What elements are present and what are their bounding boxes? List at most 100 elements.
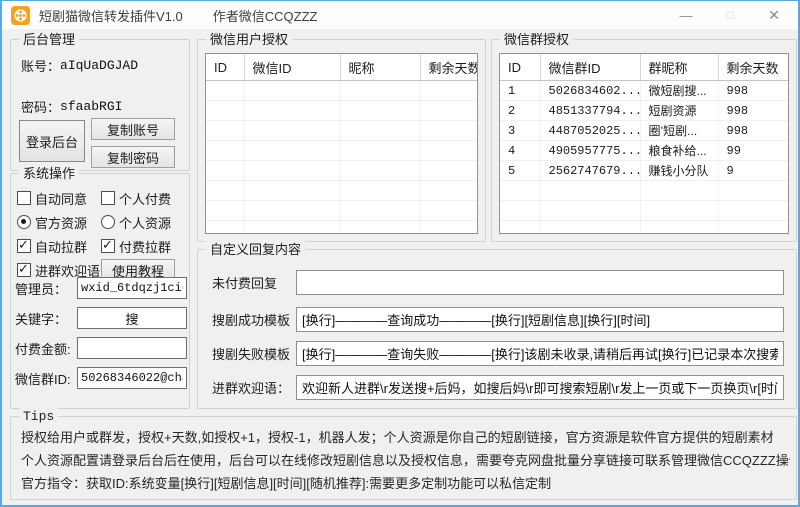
cell	[340, 161, 420, 181]
group-row[interactable]: 52562747679...赚钱小分队9	[500, 161, 789, 181]
account-value: aIqUaDGJAD	[60, 58, 138, 73]
toggle-label: 自动同意	[35, 189, 87, 208]
unpaid-reply-label: 未付费回复	[212, 273, 296, 292]
user-empty-row	[206, 161, 478, 181]
cell	[244, 221, 340, 235]
cell	[420, 181, 478, 201]
copy-account-button[interactable]: 复制账号	[91, 118, 175, 140]
cell: 998	[718, 121, 789, 141]
checkbox-auto-pull-group[interactable]: 自动拉群	[17, 237, 101, 256]
cell	[420, 161, 478, 181]
user-empty-row	[206, 101, 478, 121]
group-empty-row	[500, 201, 789, 221]
checkbox-paid-pull-group[interactable]: 付费拉群	[101, 237, 185, 256]
welcome-message-input[interactable]	[296, 375, 784, 400]
tips-group: Tips 授权给用户或群发，授权+天数,如授权+1，授权-1，机器人发；个人资源…	[10, 416, 797, 500]
cell: 5	[500, 161, 540, 181]
copy-password-button[interactable]: 复制密码	[91, 146, 175, 168]
window-title: 短剧猫微信转发插件V1.0	[39, 6, 183, 25]
tip-line: 个人资源配置请登录后台后在使用，后台可以在线修改短剧信息以及授权信息，需要夸克网…	[21, 450, 790, 469]
user-auth-group: 微信用户授权 ID微信ID昵称剩余天数	[197, 39, 486, 242]
column-header: ID	[500, 54, 540, 81]
checkbox-mark	[17, 263, 31, 277]
group-row[interactable]: 15026834602...微短剧搜...998	[500, 81, 789, 101]
cell	[244, 181, 340, 201]
cell	[640, 181, 718, 201]
group-auth-group: 微信群授权 ID微信群ID群昵称剩余天数15026834602...微短剧搜..…	[491, 39, 797, 242]
cell	[420, 81, 478, 101]
cell	[640, 221, 718, 235]
account-row: 账号： aIqUaDGJAD	[21, 56, 138, 75]
radio-mark	[17, 215, 31, 229]
column-header: 群昵称	[640, 54, 718, 81]
user-empty-row	[206, 201, 478, 221]
admin-input[interactable]	[77, 277, 187, 299]
column-header: ID	[206, 54, 244, 81]
checkbox-auto-agree[interactable]: 自动同意	[17, 189, 101, 208]
group-row[interactable]: 24851337794...短剧资源998	[500, 101, 789, 121]
close-button[interactable]: ✕	[752, 1, 796, 29]
group-row[interactable]: 44905957775...粮食补给...99	[500, 141, 789, 161]
search-success-label: 搜剧成功模板	[212, 310, 296, 329]
login-backend-button[interactable]: 登录后台	[19, 120, 85, 162]
cell: 4851337794...	[540, 101, 640, 121]
search-success-input[interactable]	[296, 307, 784, 332]
group-legend: 微信群授权	[500, 31, 573, 48]
toggle-grid: 自动同意个人付费官方资源个人资源自动拉群付费拉群进群欢迎语使用教程	[17, 186, 185, 282]
tip-line: 官方指令：获取ID:系统变量[换行][短剧信息][时间][随机推荐]:需要更多定…	[21, 473, 790, 492]
tip-line: 授权给用户或群发，授权+天数,如授权+1，授权-1，机器人发；个人资源是你自己的…	[21, 427, 790, 446]
pay-amount-input[interactable]	[77, 337, 187, 359]
toggle-label: 个人付费	[119, 189, 171, 208]
unpaid-reply-input[interactable]	[296, 270, 784, 295]
keyword-input[interactable]	[77, 307, 187, 329]
cell	[340, 141, 420, 161]
cell: 3	[500, 121, 540, 141]
radio-official-resource[interactable]: 官方资源	[17, 213, 101, 232]
cell	[718, 181, 789, 201]
group-legend: 微信用户授权	[206, 31, 292, 48]
checkbox-mark	[17, 191, 31, 205]
app-window: 短剧猫微信转发插件V1.0 作者微信CCQZZZ — □ ✕ 后台管理 账号： …	[0, 0, 800, 507]
cell: 998	[718, 101, 789, 121]
group-row[interactable]: 34487052025...圈’短剧...998	[500, 121, 789, 141]
pay-amount-field-row: 付费金额:	[15, 337, 187, 359]
cell	[206, 221, 244, 235]
group-id-input[interactable]	[77, 367, 187, 389]
admin-label: 管理员：	[15, 279, 77, 298]
cell	[244, 201, 340, 221]
group-auth-table[interactable]: ID微信群ID群昵称剩余天数15026834602...微短剧搜...99824…	[499, 53, 789, 234]
welcome-message-label: 进群欢迎语：	[212, 378, 296, 397]
cell	[340, 221, 420, 235]
radio-personal-resource[interactable]: 个人资源	[101, 213, 185, 232]
cell: 圈’短剧...	[640, 121, 718, 141]
toggle-label: 自动拉群	[35, 237, 87, 256]
toggle-label: 官方资源	[35, 213, 87, 232]
search-fail-input[interactable]	[296, 341, 784, 366]
maximize-button[interactable]: □	[708, 1, 752, 29]
cell	[540, 181, 640, 201]
group-empty-row	[500, 181, 789, 201]
checkbox-personal-pay[interactable]: 个人付费	[101, 189, 185, 208]
user-empty-row	[206, 121, 478, 141]
group-id-label: 微信群ID:	[15, 369, 77, 388]
user-auth-table[interactable]: ID微信ID昵称剩余天数	[205, 53, 478, 234]
window-subtitle: 作者微信CCQZZZ	[213, 6, 318, 25]
cell: 4487052025...	[540, 121, 640, 141]
cell: 99	[718, 141, 789, 161]
app-icon	[11, 6, 30, 25]
cell	[718, 221, 789, 235]
search-success-row: 搜剧成功模板	[212, 307, 784, 332]
group-legend: 系统操作	[19, 165, 79, 182]
cell	[244, 161, 340, 181]
window-body: 后台管理 账号： aIqUaDGJAD 密码： sfaabRGI 登录后台 复制…	[2, 29, 798, 505]
cell: 4	[500, 141, 540, 161]
checkbox-mark	[17, 239, 31, 253]
welcome-message-row: 进群欢迎语：	[212, 375, 784, 400]
group-empty-row	[500, 221, 789, 235]
cell	[420, 201, 478, 221]
cell: 赚钱小分队	[640, 161, 718, 181]
system-operations-group: 系统操作 自动同意个人付费官方资源个人资源自动拉群付费拉群进群欢迎语使用教程 管…	[10, 173, 190, 409]
minimize-button[interactable]: —	[664, 1, 708, 29]
cell	[206, 141, 244, 161]
cell: 1	[500, 81, 540, 101]
